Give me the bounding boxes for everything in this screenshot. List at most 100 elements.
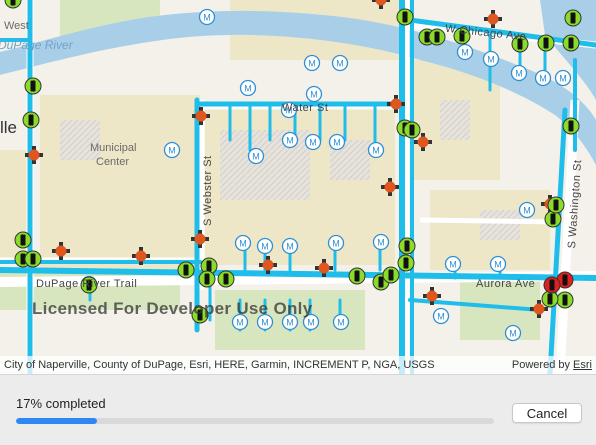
meter-icon[interactable]: M <box>305 85 323 103</box>
svg-text:M: M <box>509 329 517 339</box>
meter-icon[interactable]: M <box>456 43 474 61</box>
meter-icon[interactable]: M <box>331 54 349 72</box>
valve-icon[interactable] <box>396 8 414 26</box>
meter-icon[interactable]: M <box>504 324 522 342</box>
meter-icon[interactable]: M <box>444 255 462 273</box>
svg-text:M: M <box>333 138 341 148</box>
meter-icon[interactable]: M <box>518 201 536 219</box>
progress-panel: 17% completed Cancel <box>0 374 596 445</box>
valve-icon[interactable] <box>403 121 421 139</box>
meter-icon[interactable]: M <box>489 255 507 273</box>
place-label-partial: lle <box>0 118 18 137</box>
valve-icon[interactable] <box>541 290 559 308</box>
valve-icon[interactable] <box>382 266 400 284</box>
valve-icon[interactable] <box>398 237 416 255</box>
svg-text:M: M <box>168 146 176 156</box>
meter-icon[interactable]: M <box>367 141 385 159</box>
svg-text:M: M <box>337 318 345 328</box>
valve-icon[interactable] <box>22 111 40 129</box>
svg-text:M: M <box>332 239 340 249</box>
svg-text:M: M <box>515 69 523 79</box>
esri-link[interactable]: Esri <box>573 359 592 371</box>
valve-icon[interactable] <box>564 9 582 27</box>
svg-text:M: M <box>437 312 445 322</box>
svg-text:M: M <box>203 13 211 23</box>
svg-text:M: M <box>487 55 495 65</box>
meter-icon[interactable]: M <box>432 307 450 325</box>
meter-icon[interactable]: M <box>281 237 299 255</box>
svg-text:M: M <box>309 138 317 148</box>
building-footprint <box>440 100 470 140</box>
meter-icon[interactable]: M <box>163 141 181 159</box>
meter-icon[interactable]: M <box>554 69 572 87</box>
valve-icon[interactable] <box>428 28 446 46</box>
meter-icon[interactable]: M <box>327 234 345 252</box>
meter-icon[interactable]: M <box>328 133 346 151</box>
valve-icon[interactable] <box>562 117 580 135</box>
svg-text:M: M <box>307 318 315 328</box>
valve-icon[interactable] <box>14 231 32 249</box>
valve-icon[interactable] <box>397 254 415 272</box>
valve-icon[interactable] <box>217 270 235 288</box>
street-label-water-st: Water St <box>282 102 329 114</box>
svg-text:M: M <box>286 136 294 146</box>
svg-text:M: M <box>261 242 269 252</box>
valve-icon[interactable] <box>537 34 555 52</box>
svg-text:M: M <box>239 239 247 249</box>
meter-icon[interactable]: M <box>332 313 350 331</box>
powered-by-prefix: Powered by <box>511 359 574 371</box>
meter-icon[interactable]: M <box>303 54 321 72</box>
svg-text:M: M <box>559 74 567 84</box>
meter-icon[interactable]: M <box>239 79 257 97</box>
attribution-text: City of Naperville, County of DuPage, Es… <box>4 359 435 371</box>
progress-bar-fill <box>16 418 98 424</box>
trail-label-dupage-river: DuPage River Trail <box>36 278 138 290</box>
svg-text:M: M <box>286 242 294 252</box>
street-label-webster: S Webster St <box>202 155 214 226</box>
meter-icon[interactable]: M <box>510 64 528 82</box>
svg-text:M: M <box>372 146 380 156</box>
meter-icon[interactable]: M <box>304 133 322 151</box>
svg-text:M: M <box>236 318 244 328</box>
svg-text:M: M <box>461 48 469 58</box>
alert-valve-icon[interactable] <box>543 276 561 294</box>
svg-text:M: M <box>494 260 502 270</box>
svg-text:M: M <box>523 206 531 216</box>
svg-text:M: M <box>377 238 385 248</box>
map-attribution: City of Naperville, County of DuPage, Es… <box>0 356 596 374</box>
meter-icon[interactable]: M <box>372 233 390 251</box>
meter-icon[interactable]: M <box>198 8 216 26</box>
svg-text:M: M <box>244 84 252 94</box>
powered-by: Powered by Esri <box>512 356 592 374</box>
valve-icon[interactable] <box>24 77 42 95</box>
svg-text:M: M <box>286 318 294 328</box>
valve-icon[interactable] <box>562 34 580 52</box>
place-label-west: West <box>4 20 29 32</box>
svg-text:M: M <box>252 152 260 162</box>
meter-icon[interactable]: M <box>534 69 552 87</box>
valve-icon[interactable] <box>348 267 366 285</box>
building-footprint <box>480 210 520 240</box>
valve-icon[interactable] <box>544 210 562 228</box>
progress-label: 17% completed <box>16 396 106 411</box>
svg-text:M: M <box>308 59 316 69</box>
place-label-center: Center <box>96 156 130 168</box>
map-view[interactable]: MMMMMMMMMMMMMMMMMMMMMMMMMMMMMMMMM West D… <box>0 0 596 374</box>
place-label-municipal: Municipal <box>90 142 137 154</box>
meter-icon[interactable]: M <box>482 50 500 68</box>
valve-icon[interactable] <box>24 250 42 268</box>
valve-icon[interactable] <box>198 270 216 288</box>
valve-icon[interactable] <box>556 291 574 309</box>
meter-icon[interactable]: M <box>256 237 274 255</box>
svg-text:M: M <box>336 59 344 69</box>
meter-icon[interactable]: M <box>234 234 252 252</box>
valve-icon[interactable] <box>177 261 195 279</box>
meter-icon[interactable]: M <box>281 131 299 149</box>
meter-icon[interactable]: M <box>247 147 265 165</box>
svg-text:M: M <box>449 260 457 270</box>
valve-icon[interactable] <box>547 196 565 214</box>
progress-bar <box>16 418 494 424</box>
cancel-button[interactable]: Cancel <box>512 403 582 423</box>
street-label-aurora-ave: Aurora Ave <box>476 278 536 290</box>
building-footprint <box>60 120 100 160</box>
